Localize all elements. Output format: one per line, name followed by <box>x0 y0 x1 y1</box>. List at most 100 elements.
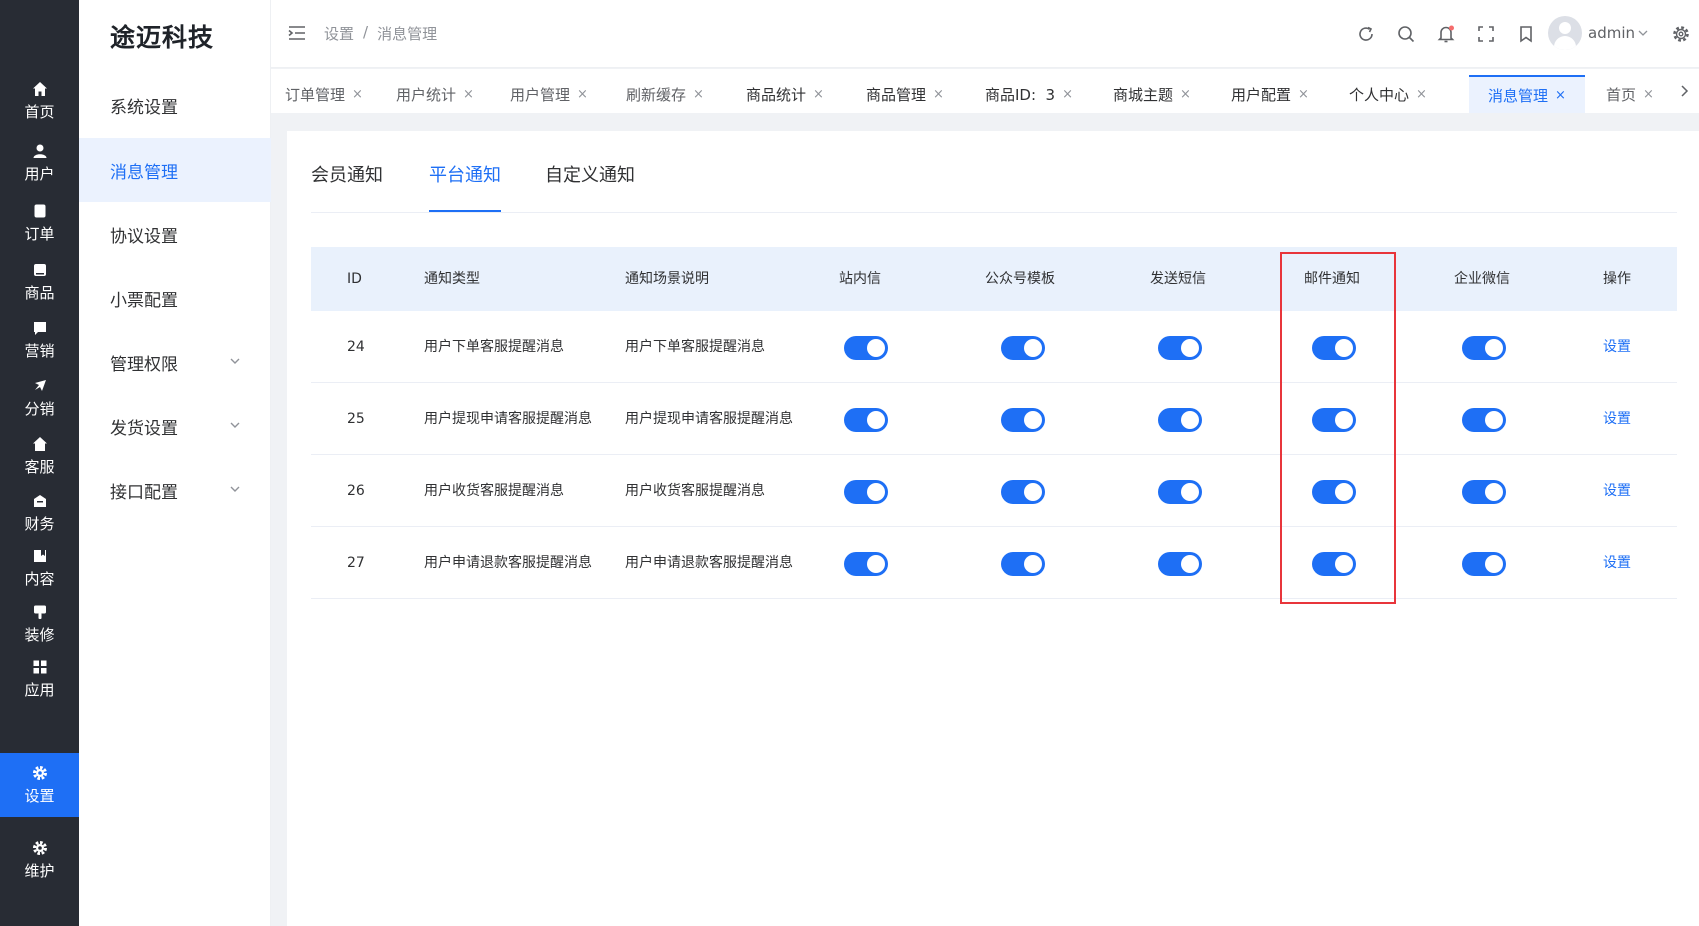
rail-item-content[interactable]: 内容 <box>0 537 79 599</box>
site-message-switch[interactable] <box>844 336 888 360</box>
close-icon[interactable]: × <box>1298 87 1309 102</box>
tab-user-stats[interactable]: 用户统计 × <box>377 75 493 113</box>
refresh-icon[interactable] <box>1356 24 1376 44</box>
settings-link[interactable]: 设置 <box>1603 383 1631 455</box>
official-template-switch[interactable] <box>1001 480 1045 504</box>
rail-item-apps[interactable]: 应用 <box>0 648 79 710</box>
cell-id: 27 <box>347 555 365 571</box>
search-icon[interactable] <box>1396 24 1416 44</box>
wecom-switch[interactable] <box>1462 552 1506 576</box>
rail-item-order[interactable]: 订单 <box>0 192 79 254</box>
rail-item-settings[interactable]: 设置 <box>0 753 79 817</box>
cell-type: 用户下单客服提醒消息 <box>424 339 564 355</box>
settings-link[interactable]: 设置 <box>1603 311 1631 383</box>
site-message-switch[interactable] <box>844 552 888 576</box>
table-row: 26 用户收货客服提醒消息 用户收货客服提醒消息 设置 <box>311 455 1677 527</box>
column-header: 企业微信 <box>1454 271 1510 287</box>
rail-item-maintenance[interactable]: 维护 <box>0 829 79 891</box>
close-icon[interactable]: × <box>933 87 944 102</box>
close-icon[interactable]: × <box>813 87 824 102</box>
tab-home[interactable]: 首页 × <box>1585 75 1675 113</box>
sms-switch[interactable] <box>1158 408 1202 432</box>
settings-icon[interactable] <box>1671 24 1691 44</box>
main-nav-rail: 首页 用户 订单 商品 营销 分销 客服 财务 内容 装修 应用 设置 维护 <box>0 0 79 926</box>
submenu-item-receipt-config[interactable]: 小票配置 <box>79 266 271 330</box>
tab-refresh-cache[interactable]: 刷新缓存 × <box>605 75 725 113</box>
close-icon[interactable]: × <box>693 87 704 102</box>
chevron-right-icon[interactable] <box>1679 84 1689 98</box>
bookmark-icon[interactable] <box>1516 24 1536 44</box>
site-message-switch[interactable] <box>844 408 888 432</box>
site-message-switch[interactable] <box>844 480 888 504</box>
close-icon[interactable]: × <box>1416 87 1427 102</box>
rail-item-label: 营销 <box>24 342 55 360</box>
cell-description: 用户下单客服提醒消息 <box>625 339 765 355</box>
tab-product-id[interactable]: 商品ID: 3 × <box>965 75 1093 113</box>
close-icon[interactable]: × <box>1643 87 1654 102</box>
gear-icon <box>31 764 49 782</box>
rail-item-marketing[interactable]: 营销 <box>0 309 79 371</box>
tab-label: 用户统计 <box>396 85 457 104</box>
close-icon[interactable]: × <box>577 87 588 102</box>
rail-item-label: 设置 <box>24 787 55 805</box>
submenu-item-label: 系统设置 <box>110 97 178 118</box>
tab-member-notification[interactable]: 会员通知 <box>311 161 383 187</box>
tab-personal-center[interactable]: 个人中心 × <box>1329 75 1447 113</box>
settings-link[interactable]: 设置 <box>1603 455 1631 527</box>
submenu-item-system-settings[interactable]: 系统设置 <box>79 73 271 137</box>
official-template-switch[interactable] <box>1001 408 1045 432</box>
close-icon[interactable]: × <box>352 87 363 102</box>
settings-link[interactable]: 设置 <box>1603 527 1631 599</box>
sms-switch[interactable] <box>1158 336 1202 360</box>
submenu-item-label: 小票配置 <box>110 290 178 311</box>
submenu-item-api-config[interactable]: 接口配置 <box>79 458 271 522</box>
submenu-item-agreement-settings[interactable]: 协议设置 <box>79 202 271 266</box>
rail-item-finance[interactable]: 财务 <box>0 482 79 544</box>
tab-order-management[interactable]: 订单管理 × <box>271 75 377 113</box>
official-template-switch[interactable] <box>1001 552 1045 576</box>
chevron-down-icon[interactable] <box>1638 28 1648 38</box>
official-template-switch[interactable] <box>1001 336 1045 360</box>
sms-switch[interactable] <box>1158 552 1202 576</box>
rail-item-user[interactable]: 用户 <box>0 132 79 194</box>
wecom-switch[interactable] <box>1462 408 1506 432</box>
cell-type: 用户提现申请客服提醒消息 <box>424 411 592 427</box>
tab-product-stats[interactable]: 商品统计 × <box>725 75 845 113</box>
submenu-item-shipping-settings[interactable]: 发货设置 <box>79 394 271 458</box>
tab-user-config[interactable]: 用户配置 × <box>1211 75 1329 113</box>
close-icon[interactable]: × <box>1062 87 1073 102</box>
sms-switch[interactable] <box>1158 480 1202 504</box>
breadcrumb-separator: / <box>363 23 369 41</box>
table-header: ID 通知类型 通知场景说明 站内信 公众号模板 发送短信 邮件通知 企业微信 … <box>311 247 1677 311</box>
tab-platform-notification[interactable]: 平台通知 <box>429 161 501 187</box>
close-icon[interactable]: × <box>463 87 474 102</box>
tab-user-management[interactable]: 用户管理 × <box>493 75 605 113</box>
submenu-item-message-management[interactable]: 消息管理 <box>79 138 271 202</box>
rail-item-product[interactable]: 商品 <box>0 251 79 313</box>
chevron-down-icon <box>230 486 240 492</box>
avatar[interactable] <box>1548 16 1582 50</box>
tab-message-management[interactable]: 消息管理 × <box>1469 75 1585 113</box>
rail-item-decoration[interactable]: 装修 <box>0 593 79 655</box>
bell-icon[interactable] <box>1436 24 1456 44</box>
rail-item-distribution[interactable]: 分销 <box>0 367 79 429</box>
app-root: 首页 用户 订单 商品 营销 分销 客服 财务 内容 装修 应用 设置 维护 途… <box>0 0 1699 926</box>
rail-item-service[interactable]: 客服 <box>0 425 79 487</box>
user-name[interactable]: admin <box>1588 24 1635 42</box>
rail-item-label: 用户 <box>24 165 55 183</box>
menu-toggle-icon[interactable] <box>288 25 306 41</box>
cell-type: 用户收货客服提醒消息 <box>424 483 564 499</box>
close-icon[interactable]: × <box>1180 87 1191 102</box>
tab-product-management[interactable]: 商品管理 × <box>845 75 965 113</box>
tab-label: 商品统计 <box>746 85 807 104</box>
tab-custom-notification[interactable]: 自定义通知 <box>545 161 635 187</box>
tab-mall-theme[interactable]: 商城主题 × <box>1093 75 1211 113</box>
cell-description: 用户提现申请客服提醒消息 <box>625 411 793 427</box>
rail-item-home[interactable]: 首页 <box>0 70 79 132</box>
fullscreen-icon[interactable] <box>1476 24 1496 44</box>
wecom-switch[interactable] <box>1462 480 1506 504</box>
submenu-item-permissions[interactable]: 管理权限 <box>79 330 271 394</box>
wecom-switch[interactable] <box>1462 336 1506 360</box>
breadcrumb-item[interactable]: 设置 <box>324 23 354 44</box>
close-icon[interactable]: × <box>1555 88 1566 103</box>
